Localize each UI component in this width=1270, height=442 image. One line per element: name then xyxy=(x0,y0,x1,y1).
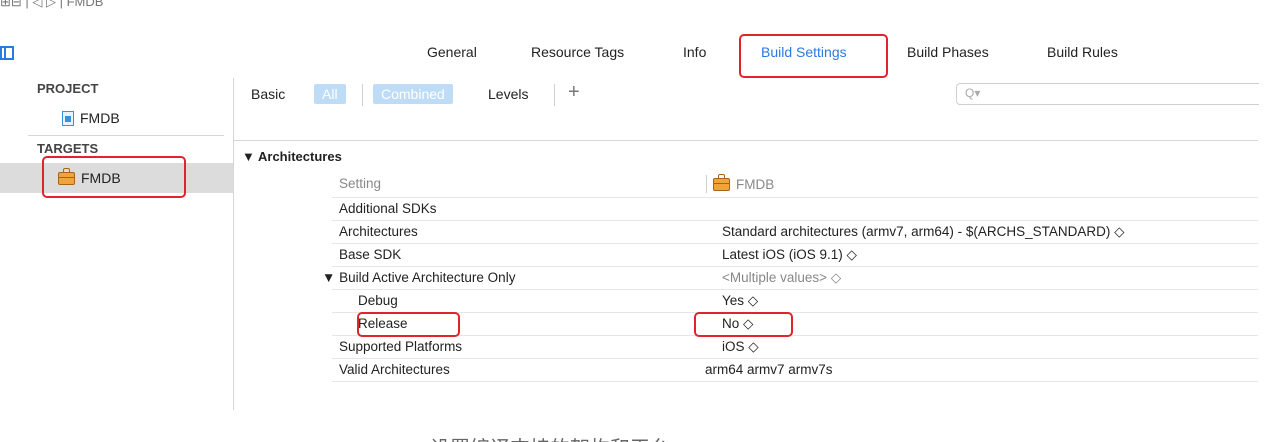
project-header: PROJECT xyxy=(37,81,99,96)
project-file-icon xyxy=(62,110,74,126)
setting-value: iOS ◇ xyxy=(722,339,759,354)
table-row[interactable]: Additional SDKs xyxy=(332,198,1258,221)
setting-name: Architectures xyxy=(339,224,418,239)
sidebar-divider xyxy=(28,135,224,136)
target-app-icon xyxy=(713,173,730,191)
search-input[interactable]: Q▾ xyxy=(956,83,1259,105)
setting-name: ▼ Build Active Architecture Only xyxy=(322,270,516,285)
highlight-build-settings xyxy=(739,34,888,78)
tab-resource-tags[interactable]: Resource Tags xyxy=(531,44,624,60)
setting-value: Latest iOS (iOS 9.1) ◇ xyxy=(722,247,857,262)
editor-tab-bar: General Resource Tags Info Build Setting… xyxy=(0,32,1258,79)
caption-text: 设置编译支持的架构和平台 xyxy=(430,432,670,442)
filter-basic[interactable]: Basic xyxy=(251,86,285,102)
filter-separator xyxy=(554,84,555,106)
filter-all[interactable]: All xyxy=(314,84,346,104)
table-row[interactable]: ▼ Build Active Architecture Only <Multip… xyxy=(322,267,1258,290)
highlight-release xyxy=(357,312,460,337)
highlight-target xyxy=(42,156,186,198)
table-header-row: Setting FMDB xyxy=(332,171,1258,198)
filter-combined[interactable]: Combined xyxy=(373,84,453,104)
setting-name: Debug xyxy=(358,293,398,308)
table-row[interactable]: Architectures Standard architectures (ar… xyxy=(332,221,1258,244)
project-target-sidebar: PROJECT FMDB TARGETS FMDB xyxy=(0,78,234,410)
tab-build-rules[interactable]: Build Rules xyxy=(1047,44,1118,60)
tab-build-phases[interactable]: Build Phases xyxy=(907,44,989,60)
filter-levels[interactable]: Levels xyxy=(488,86,528,102)
add-setting-button[interactable]: + xyxy=(568,81,580,104)
setting-name: Additional SDKs xyxy=(339,201,437,216)
breadcrumb-bar: ⊞⊟ | ◁ ▷ | FMDB xyxy=(0,0,1270,32)
tab-general[interactable]: General xyxy=(427,44,477,60)
navigator-toggle-icon[interactable] xyxy=(0,46,14,60)
setting-value: Standard architectures (armv7, arm64) - … xyxy=(722,224,1125,239)
targets-header: TARGETS xyxy=(37,141,99,156)
header-target: FMDB xyxy=(706,173,774,193)
highlight-release-value xyxy=(694,312,793,337)
project-item-label: FMDB xyxy=(80,110,120,126)
tab-info[interactable]: Info xyxy=(683,44,706,60)
setting-value: arm64 armv7 armv7s xyxy=(705,362,833,377)
table-row[interactable]: Valid Architectures arm64 armv7 armv7s xyxy=(332,359,1258,382)
breadcrumb[interactable]: ⊞⊟ | ◁ ▷ | FMDB xyxy=(0,0,103,10)
setting-value: <Multiple values> ◇ xyxy=(722,270,842,285)
setting-value: Yes ◇ xyxy=(722,293,759,308)
search-placeholder: Q▾ xyxy=(965,86,981,100)
table-row[interactable]: Release No ◇ xyxy=(332,313,1258,336)
setting-name: Valid Architectures xyxy=(339,362,450,377)
sidebar-item-project-fmdb[interactable]: FMDB xyxy=(62,110,120,126)
filter-separator xyxy=(362,84,363,106)
setting-name: Base SDK xyxy=(339,247,402,262)
build-settings-table: ▼ Architectures Setting FMDB Additional … xyxy=(234,112,1258,410)
table-row[interactable]: Base SDK Latest iOS (iOS 9.1) ◇ xyxy=(332,244,1258,267)
setting-name: Supported Platforms xyxy=(339,339,463,354)
section-architectures[interactable]: ▼ Architectures xyxy=(242,149,342,164)
caption-area: 设置编译支持的架构和平台 xyxy=(0,410,1270,442)
table-row[interactable]: Debug Yes ◇ xyxy=(332,290,1258,313)
filter-bar: Basic All Combined Levels + Q▾ xyxy=(234,78,1259,113)
table-row[interactable]: Supported Platforms iOS ◇ xyxy=(332,336,1258,359)
header-setting: Setting xyxy=(339,176,382,191)
section-divider xyxy=(234,140,1258,141)
